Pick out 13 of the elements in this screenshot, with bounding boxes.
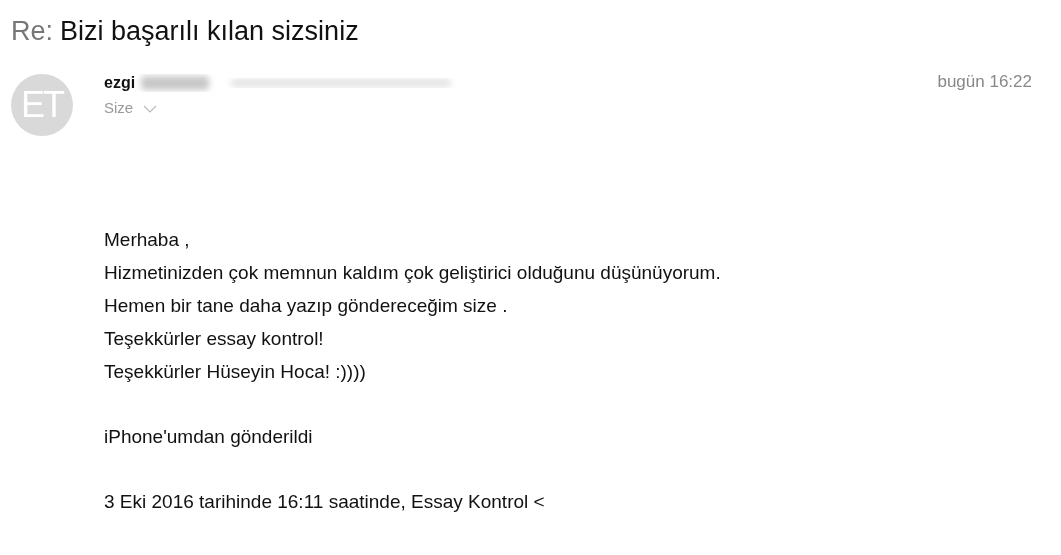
received-time: bugün 16:22 bbox=[937, 72, 1032, 92]
message-line: 3 Eki 2016 tarihinde 16:11 saatinde, Essay Kontrol < bbox=[104, 490, 546, 514]
recipient-dropdown[interactable]: Size bbox=[104, 99, 158, 116]
message-line: Hizmetinizden çok memnun kaldım çok geliştirici olduğunu düşünüyorum. bbox=[104, 261, 722, 285]
message-line: Teşekkürler Hüseyin Hoca! :)))) bbox=[104, 360, 367, 384]
message-line: iPhone'umdan gönderildi bbox=[104, 425, 314, 449]
reply-prefix: Re: bbox=[11, 15, 54, 48]
message-line: Merhaba , bbox=[104, 228, 191, 252]
email-subject: Bizi başarılı kılan sizsiniz bbox=[60, 15, 359, 48]
message-line: Hemen bir tane daha yazıp göndereceğim size . bbox=[104, 294, 509, 318]
sender-name: ezgi bbox=[104, 74, 136, 92]
chevron-down-icon bbox=[143, 105, 158, 114]
message-line: Teşekkürler essay kontrol! bbox=[104, 327, 325, 351]
